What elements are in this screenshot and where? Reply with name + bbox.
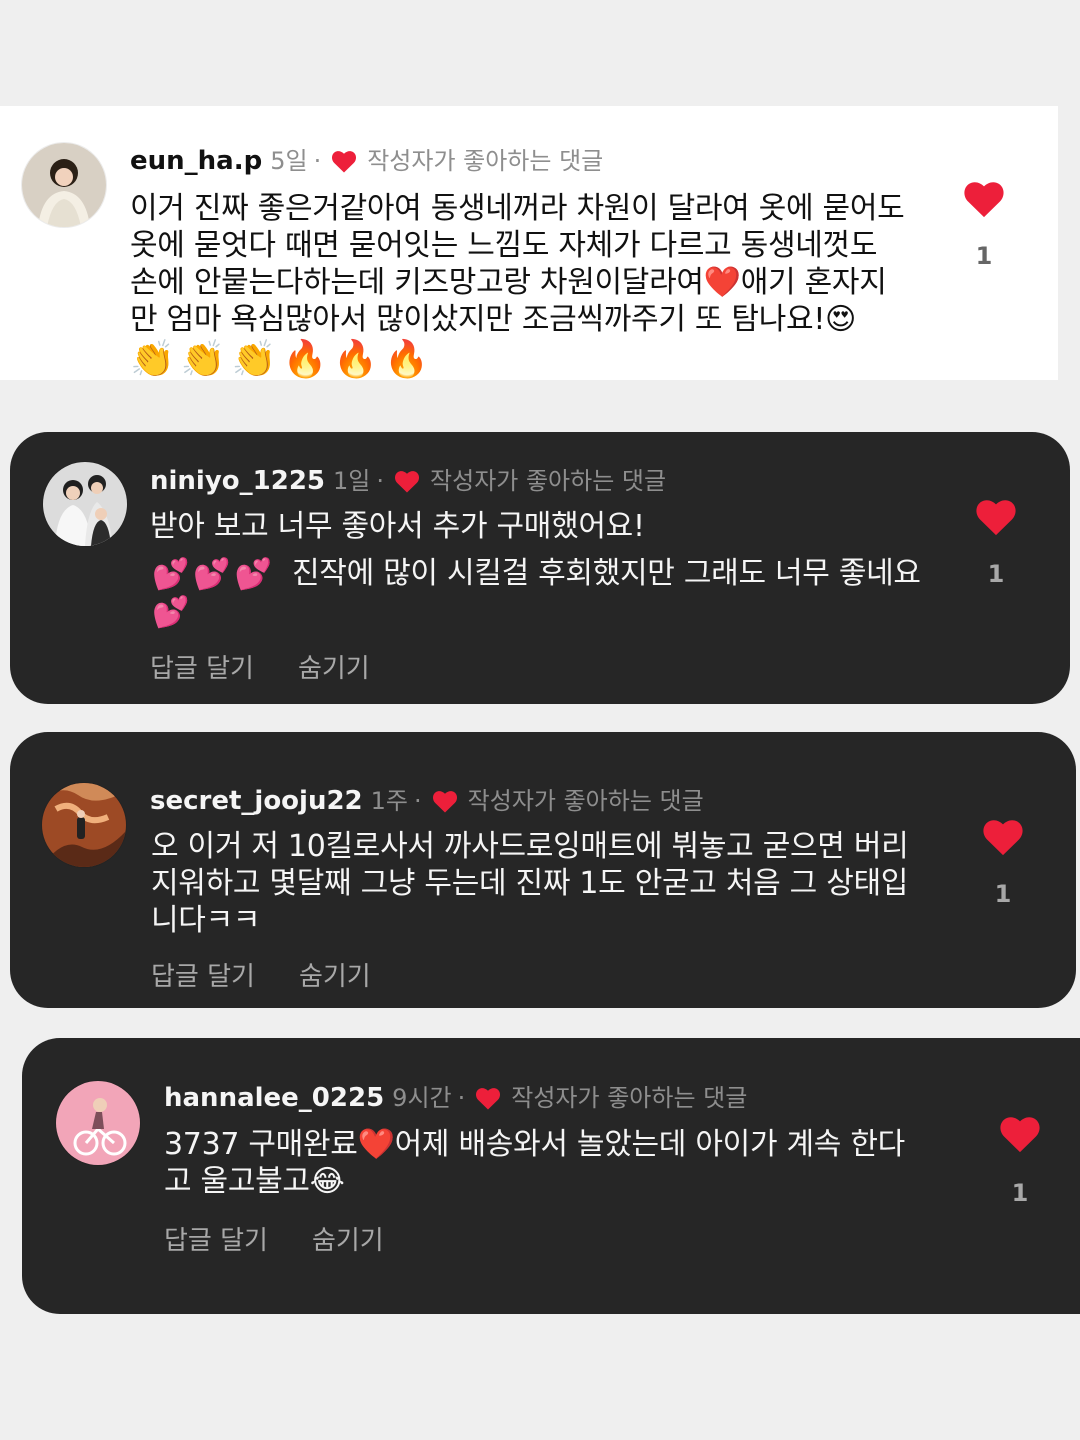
username[interactable]: niniyo_1225	[150, 464, 325, 498]
comment-emoji-suffix: 💕	[152, 595, 194, 630]
comment-actions: 답글 달기 숨기기	[150, 648, 370, 685]
like-heart-icon[interactable]	[997, 1113, 1043, 1155]
like-count: 1	[987, 560, 1005, 588]
author-liked-heart-icon	[476, 1088, 501, 1110]
author-liked-label: 작성자가 좋아하는 댓글	[511, 1084, 748, 1112]
author-liked-heart-icon	[432, 791, 457, 813]
separator-dot: ·	[376, 467, 385, 495]
comment-emoji-line: 👏👏👏🔥🔥🔥	[130, 339, 435, 380]
like-heart-icon[interactable]	[973, 496, 1019, 538]
reply-button[interactable]: 답글 달기	[150, 648, 254, 685]
comment-card: hannalee_0225 9시간 · 작성자가 좋아하는 댓글 3737 구매…	[22, 1038, 1080, 1314]
comment-text: 이거 진짜 좋은거같아여 동생네꺼라 차원이 달라여 옷에 묻어도 옷에 묻엇다…	[130, 191, 905, 337]
comment-actions: 답글 달기 숨기기	[164, 1220, 384, 1257]
comment-meta: secret_jooju22 1주 · 작성자가 좋아하는 댓글	[150, 784, 704, 818]
username[interactable]: hannalee_0225	[164, 1081, 384, 1115]
comment-card: eun_ha.p 5일 · 작성자가 좋아하는 댓글 이거 진짜 좋은거같아여 …	[0, 106, 1058, 380]
timestamp: 9시간	[392, 1084, 452, 1112]
author-liked-label: 작성자가 좋아하는 댓글	[430, 467, 667, 495]
comment-text: 3737 구매완료❤️어제 배송와서 놀았는데 아이가 계속 한다 고 울고불고…	[164, 1127, 905, 1199]
like-heart-icon[interactable]	[980, 816, 1026, 858]
reply-button[interactable]: 답글 달기	[151, 956, 255, 993]
author-liked-label: 작성자가 좋아하는 댓글	[467, 787, 704, 815]
separator-dot: ·	[313, 147, 322, 175]
hide-button[interactable]: 숨기기	[298, 648, 370, 685]
like-count: 1	[975, 242, 993, 270]
comment-actions: 답글 달기 숨기기	[151, 956, 371, 993]
comment-card: secret_jooju22 1주 · 작성자가 좋아하는 댓글 오 이거 저 …	[10, 732, 1076, 1008]
avatar[interactable]	[41, 782, 127, 868]
timestamp: 1일	[333, 467, 371, 495]
comment-emoji-prefix: 💕💕💕	[152, 557, 277, 592]
like-count: 1	[994, 880, 1012, 908]
author-liked-label: 작성자가 좋아하는 댓글	[367, 147, 604, 175]
hide-button[interactable]: 숨기기	[312, 1220, 384, 1257]
comment-card: niniyo_1225 1일 · 작성자가 좋아하는 댓글 받아 보고 너무 좋…	[10, 432, 1070, 704]
separator-dot: ·	[457, 1084, 466, 1112]
author-liked-heart-icon	[395, 471, 420, 493]
author-liked-heart-icon	[332, 151, 357, 173]
like-heart-icon[interactable]	[961, 178, 1007, 220]
like-count: 1	[1011, 1179, 1029, 1207]
avatar[interactable]	[42, 461, 128, 547]
comment-meta: hannalee_0225 9시간 · 작성자가 좋아하는 댓글	[164, 1081, 747, 1115]
username[interactable]: eun_ha.p	[130, 144, 262, 178]
username[interactable]: secret_jooju22	[150, 784, 363, 818]
avatar[interactable]	[21, 142, 107, 228]
timestamp: 5일	[270, 147, 308, 175]
comment-text: 오 이거 저 10킬로사서 까사드로잉매트에 붜놓고 굳으면 버리 지워하고 몇…	[151, 829, 909, 938]
avatar[interactable]	[55, 1080, 141, 1166]
hide-button[interactable]: 숨기기	[299, 956, 371, 993]
comment-meta: eun_ha.p 5일 · 작성자가 좋아하는 댓글	[130, 144, 603, 178]
reply-button[interactable]: 답글 달기	[164, 1220, 268, 1257]
comment-text: 받아 보고 너무 좋아서 추가 구매했어요!	[150, 509, 645, 544]
timestamp: 1주	[370, 787, 409, 815]
comment-text-secondary: 진작에 많이 시킬걸 후회했지만 그래도 너무 좋네요	[292, 556, 921, 591]
comment-meta: niniyo_1225 1일 · 작성자가 좋아하는 댓글	[150, 464, 666, 498]
separator-dot: ·	[414, 787, 422, 815]
